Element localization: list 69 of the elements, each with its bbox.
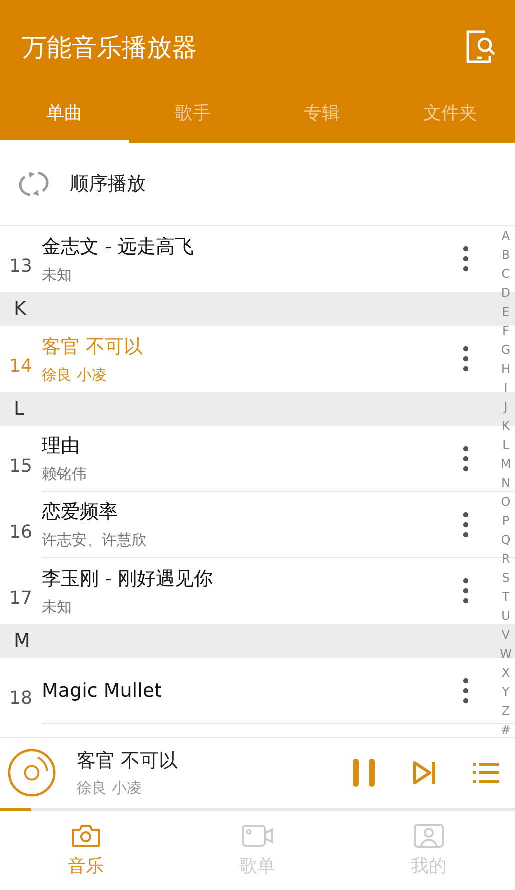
- track-number: 15: [8, 454, 34, 478]
- index-letter[interactable]: E: [502, 303, 510, 322]
- index-letter[interactable]: M: [500, 455, 512, 474]
- track-number: 16: [8, 520, 34, 544]
- disc-icon[interactable]: [7, 748, 57, 798]
- index-letter[interactable]: O: [501, 493, 511, 512]
- index-letter[interactable]: A: [502, 227, 510, 246]
- index-letter[interactable]: N: [502, 474, 510, 493]
- section-letter: M: [14, 630, 30, 652]
- song-title[interactable]: 金志文 - 远走高飞: [42, 234, 462, 260]
- song-title[interactable]: 李玉刚 - 刚好遇见你: [42, 566, 462, 592]
- tab[interactable]: 单曲: [0, 94, 129, 143]
- index-letter[interactable]: C: [502, 265, 510, 284]
- index-letter[interactable]: K: [502, 417, 510, 436]
- pause-icon[interactable]: [351, 758, 377, 788]
- index-letter[interactable]: I: [504, 379, 508, 398]
- song-artist: 未知: [42, 598, 73, 616]
- index-letter[interactable]: G: [501, 341, 511, 360]
- index-letter[interactable]: B: [502, 246, 510, 265]
- skip-next-icon[interactable]: [413, 761, 437, 785]
- more-icon[interactable]: [462, 245, 470, 273]
- section-letter: L: [14, 398, 25, 420]
- track-number: 17: [8, 586, 34, 610]
- video-camera-icon: [242, 824, 274, 848]
- song-artist: 许志安、许慧欣: [42, 531, 148, 550]
- song-title[interactable]: Magic Mullet: [42, 680, 462, 702]
- index-letter[interactable]: S: [502, 569, 510, 588]
- index-letter[interactable]: L: [502, 436, 510, 455]
- song-title[interactable]: 客官 不可以: [42, 334, 462, 360]
- now-playing-artist: 徐良 小凌: [77, 779, 143, 798]
- index-letter[interactable]: U: [502, 607, 510, 626]
- tab[interactable]: 歌手: [128, 94, 258, 143]
- index-letter[interactable]: P: [502, 512, 510, 531]
- more-icon[interactable]: [462, 577, 470, 605]
- index-letter[interactable]: W: [500, 645, 512, 664]
- index-letter[interactable]: T: [502, 588, 510, 607]
- song-title[interactable]: 理由: [42, 433, 462, 459]
- track-number: 18: [8, 686, 34, 710]
- index-letter[interactable]: F: [502, 322, 510, 341]
- more-icon[interactable]: [462, 510, 470, 538]
- index-letter[interactable]: H: [501, 360, 511, 379]
- index-letter[interactable]: D: [501, 284, 511, 303]
- more-icon[interactable]: [462, 345, 470, 373]
- profile-icon: [414, 824, 444, 848]
- index-letter[interactable]: #: [500, 721, 512, 737]
- camera-icon: [70, 824, 101, 848]
- index-letter[interactable]: V: [502, 626, 510, 645]
- index-letter[interactable]: Y: [502, 683, 510, 702]
- section-letter: K: [14, 298, 26, 320]
- song-artist: 赖铭伟: [42, 465, 88, 484]
- tab[interactable]: 专辑: [258, 94, 386, 143]
- playlist-icon[interactable]: [473, 762, 499, 784]
- track-number: 13: [8, 254, 34, 278]
- more-icon[interactable]: [462, 444, 470, 472]
- index-letter[interactable]: X: [502, 664, 510, 683]
- index-letter[interactable]: J: [504, 398, 508, 417]
- tab[interactable]: 文件夹: [386, 94, 515, 143]
- index-letter[interactable]: Q: [501, 531, 511, 550]
- more-icon[interactable]: [462, 676, 470, 704]
- track-number: 14: [8, 354, 34, 378]
- song-artist: 未知: [42, 266, 73, 284]
- index-letter[interactable]: Z: [502, 702, 510, 721]
- song-artist: 徐良 小凌: [42, 366, 108, 384]
- song-title[interactable]: 恋爱频率: [42, 499, 462, 525]
- now-playing-title: 客官 不可以: [77, 749, 180, 774]
- app-title: 万能音乐播放器: [22, 32, 197, 64]
- index-letter[interactable]: R: [502, 550, 510, 569]
- nav-item[interactable]: 音乐: [0, 811, 172, 890]
- play-mode-label[interactable]: 顺序播放: [70, 171, 146, 197]
